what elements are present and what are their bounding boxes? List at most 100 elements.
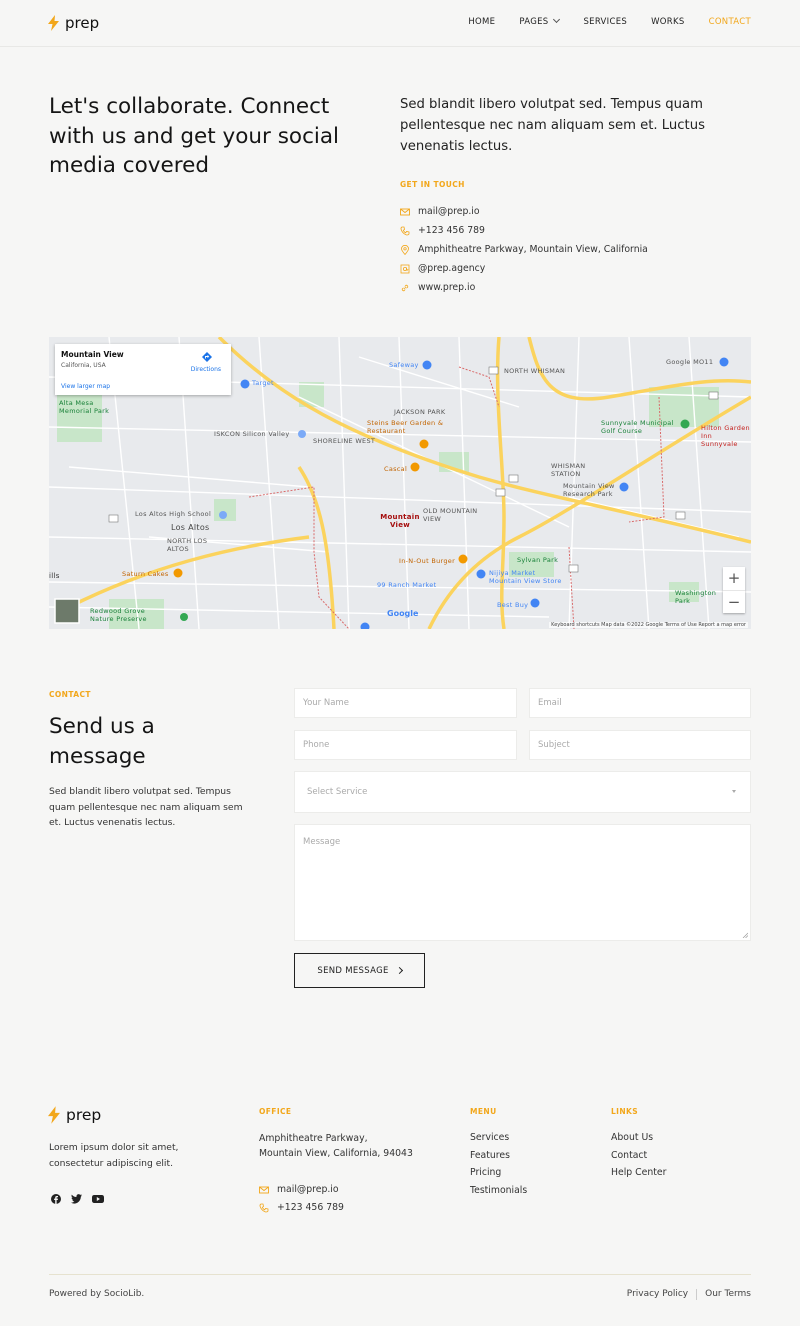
- map-label-sylvan: Sylvan Park: [517, 556, 559, 564]
- nav-home[interactable]: HOME: [468, 17, 495, 27]
- map-label-iskcon: ISKCON Silicon Valley: [214, 430, 290, 438]
- office-address-line2: Mountain View, California, 94043: [259, 1148, 413, 1159]
- phone-icon: [259, 1203, 269, 1212]
- map-label-safeway: Safeway: [389, 361, 419, 369]
- nav-pages[interactable]: PAGES: [519, 15, 561, 27]
- at-icon: [400, 264, 410, 273]
- map-label-nijiya: Nijiya Market Mountain View Store: [489, 569, 562, 585]
- our-terms-link[interactable]: Our Terms: [705, 1289, 751, 1300]
- message-placeholder: Message: [303, 837, 341, 847]
- map-label-innout: In-N-Out Burger: [399, 557, 456, 565]
- menu-heading: MENU: [470, 1107, 497, 1116]
- footer-brand-name: prep: [66, 1106, 102, 1124]
- map-label-mountain-view: Mountain View: [380, 513, 420, 529]
- footer-menu: Services Features Pricing Testimonials: [470, 1132, 527, 1202]
- footer-link-contact[interactable]: Contact: [611, 1150, 666, 1168]
- footer-logo[interactable]: prep: [48, 1106, 101, 1124]
- get-in-touch-heading: GET IN TOUCH: [400, 180, 465, 189]
- map-label-la-high: Los Altos High School: [135, 510, 212, 518]
- map-label-alta-mesa: Alta Mesa Memorial Park: [59, 399, 110, 415]
- contact-address: Amphitheatre Parkway, Mountain View, Cal…: [400, 240, 648, 259]
- contact-email[interactable]: mail@prep.io: [400, 202, 648, 221]
- map-label-north-los-altos: NORTH LOS ALTOS: [167, 537, 208, 553]
- map-attribution[interactable]: Keyboard shortcuts Map data ©2022 Google…: [549, 622, 748, 628]
- email-input[interactable]: Email: [529, 688, 751, 718]
- footer-link-help[interactable]: Help Center: [611, 1167, 666, 1185]
- send-message-label: SEND MESSAGE: [317, 965, 389, 976]
- view-larger-map-link[interactable]: View larger map: [61, 383, 110, 390]
- bolt-icon: [48, 15, 59, 31]
- footer-menu-pricing[interactable]: Pricing: [470, 1167, 527, 1185]
- privacy-policy-link[interactable]: Privacy Policy: [627, 1289, 688, 1300]
- footer-divider: [49, 1274, 751, 1275]
- contact-phone[interactable]: +123 456 789: [400, 221, 648, 240]
- header-logo[interactable]: prep: [48, 14, 99, 32]
- form-title: Send us a message: [49, 714, 155, 769]
- phone-icon: [400, 226, 410, 235]
- message-textarea[interactable]: Message: [294, 824, 751, 941]
- directions-icon[interactable]: [201, 351, 213, 363]
- nav-services[interactable]: SERVICES: [583, 17, 627, 27]
- map-label-steins: Steins Beer Garden & Restaurant: [367, 419, 444, 435]
- directions-link[interactable]: Directions: [191, 366, 221, 373]
- map-label-whisman-station: WHISMAN STATION: [551, 462, 586, 478]
- service-select[interactable]: Select Service: [294, 771, 751, 813]
- nav-works[interactable]: WORKS: [651, 17, 684, 27]
- phone-input[interactable]: Phone: [294, 730, 517, 760]
- map-label-old-mountain-view: OLD MOUNTAIN VIEW: [423, 507, 478, 523]
- contact-website[interactable]: www.prep.io: [400, 278, 648, 297]
- map-label-shoreline-west: SHORELINE WEST: [313, 437, 376, 445]
- map-label-los-altos: Los Altos: [171, 523, 210, 532]
- map-place-subtitle: California, USA: [61, 362, 106, 369]
- map-label-north-whisman: NORTH WHISMAN: [504, 367, 566, 375]
- map-label-hills: ills: [49, 572, 60, 580]
- map-label-cascal: Cascal: [384, 465, 408, 473]
- map-label-redwood: Redwood Grove Nature Preserve: [90, 607, 147, 623]
- zoom-out-button[interactable]: −: [723, 590, 745, 613]
- map-label-google-mo: Google MO11: [666, 358, 714, 366]
- zoom-controls: + −: [723, 567, 745, 613]
- nav-pages-label: PAGES: [519, 17, 549, 27]
- map-label-washington: Washington Park: [675, 589, 717, 605]
- youtube-icon[interactable]: [92, 1194, 104, 1204]
- map-label-target: Target: [252, 379, 274, 387]
- send-message-button[interactable]: SEND MESSAGE: [294, 953, 425, 988]
- resize-handle-icon[interactable]: [742, 932, 748, 938]
- footer-email[interactable]: mail@prep.io: [259, 1180, 339, 1199]
- footer-phone[interactable]: +123 456 789: [259, 1198, 344, 1217]
- map-label-ranch: 99 Ranch Market: [377, 581, 437, 589]
- contact-info-list: mail@prep.io +123 456 789 Amphitheatre P…: [400, 202, 648, 297]
- service-placeholder: Select Service: [307, 787, 368, 797]
- office-address-line1: Amphitheatre Parkway,: [259, 1133, 368, 1144]
- subject-placeholder: Subject: [538, 740, 570, 750]
- facebook-icon[interactable]: [51, 1194, 61, 1204]
- legal-links: Privacy Policy Our Terms: [627, 1289, 751, 1300]
- footer-links: About Us Contact Help Center: [611, 1132, 666, 1185]
- name-input[interactable]: Your Name: [294, 688, 517, 718]
- footer-menu-testimonials[interactable]: Testimonials: [470, 1185, 527, 1203]
- map-label-bestbuy: Best Buy: [497, 601, 529, 609]
- contact-social[interactable]: @prep.agency: [400, 259, 648, 278]
- twitter-icon[interactable]: [71, 1194, 82, 1204]
- google-map[interactable]: NORTH WHISMAN JACKSON PARK SHORELINE WES…: [49, 337, 751, 629]
- subject-input[interactable]: Subject: [529, 730, 751, 760]
- brand-name: prep: [65, 14, 100, 32]
- footer-menu-services[interactable]: Services: [470, 1132, 527, 1150]
- map-label-mv-research: Mountain View Research Park: [563, 482, 615, 498]
- legal-separator: [696, 1289, 698, 1300]
- nav-contact[interactable]: CONTACT: [709, 17, 751, 27]
- footer-menu-features[interactable]: Features: [470, 1150, 527, 1168]
- zoom-in-button[interactable]: +: [723, 567, 745, 590]
- links-heading: LINKS: [611, 1107, 639, 1116]
- contact-eyebrow: CONTACT: [49, 690, 91, 699]
- social-links: [51, 1194, 104, 1204]
- main-nav: HOME PAGES SERVICES WORKS CONTACT: [468, 15, 751, 27]
- email-placeholder: Email: [538, 698, 562, 708]
- chevron-down-icon: [553, 15, 561, 24]
- phone-placeholder: Phone: [303, 740, 330, 750]
- mail-icon: [400, 208, 410, 215]
- link-icon: [401, 284, 409, 291]
- footer-link-about[interactable]: About Us: [611, 1132, 666, 1150]
- contact-social-text: @prep.agency: [418, 263, 486, 274]
- map-label-jackson-park: JACKSON PARK: [394, 408, 446, 416]
